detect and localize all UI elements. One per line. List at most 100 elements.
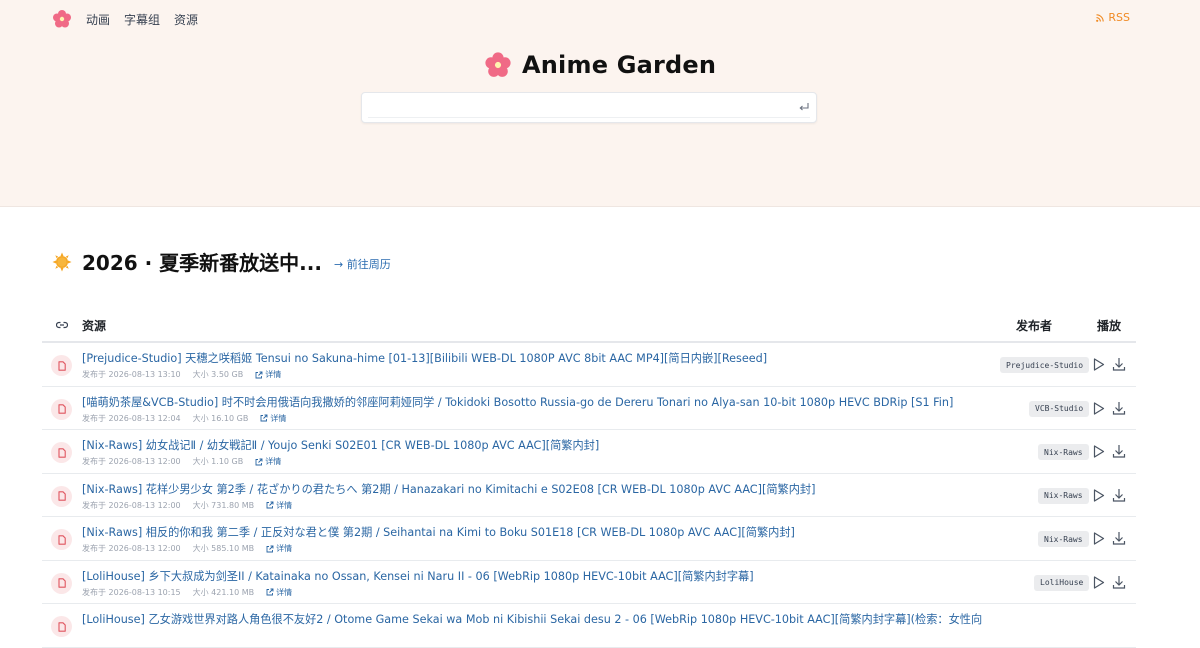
row-date: 发布于 2026-08-13 12:00 [82,457,181,466]
calendar-link[interactable]: → 前往周历 [334,256,391,272]
file-type-icon [51,398,72,420]
row-meta: 发布于 2026-08-13 12:04 大小 16.10 GB 详情 [82,413,286,424]
document-icon [57,578,66,588]
publisher-badge[interactable]: Nix-Raws [1038,531,1089,547]
external-link-icon [266,501,274,509]
file-type-icon [51,485,72,507]
download-icon[interactable] [1111,400,1127,416]
rss-label: RSS [1108,11,1130,24]
download-icon[interactable] [1111,443,1127,459]
document-icon [57,360,66,371]
table-body: [Prejudice-Studio] 天穗之咲稻姬 Tensui no Saku… [42,343,1136,648]
table-row[interactable]: [LoliHouse] 乡下大叔成为剑圣II / Katainaka no Os… [42,561,1136,604]
resource-title-link[interactable]: [Prejudice-Studio] 天穗之咲稻姬 Tensui no Saku… [82,350,982,366]
resource-title-link[interactable]: [Nix-Raws] 花样少男少女 第2季 / 花ざかりの君たちへ 第2期 / … [82,481,982,497]
nav-link-anime[interactable]: 动画 [86,11,110,28]
details-link[interactable]: 详情 [255,369,281,380]
details-label: 详情 [276,500,293,510]
details-label: 详情 [265,457,282,466]
publisher-badge[interactable]: VCB-Studio [1029,400,1090,417]
details-link[interactable]: 详情 [266,500,292,511]
play-icon[interactable] [1091,357,1106,372]
table-row[interactable]: [Prejudice-Studio] 天穗之咲稻姬 Tensui no Saku… [42,343,1136,387]
play-icon[interactable] [1091,531,1106,546]
details-label: 详情 [270,413,287,423]
file-type-icon [51,529,72,550]
play-icon[interactable] [1091,444,1106,459]
resource-title-link[interactable]: [喵萌奶茶屋&VCB-Studio] 时不时会用俄语向我撒娇的邻座阿莉娅同学 /… [82,394,982,410]
file-type-icon [51,355,72,376]
table-row[interactable]: [Nix-Raws] 花样少男少女 第2季 / 花ざかりの君たちへ 第2期 / … [42,474,1136,517]
download-icon[interactable] [1111,530,1127,546]
rss-link[interactable]: RSS [1096,11,1130,24]
sakura-brand-icon [485,52,511,77]
row-meta: 发布于 2026-08-13 12:00 大小 731.80 MB 详情 [82,500,292,511]
row-size: 大小 585.10 MB [192,544,255,553]
publisher-badge[interactable]: LoliHouse [1034,574,1090,591]
row-date: 发布于 2026-08-13 12:00 [82,544,181,553]
row-meta: 发布于 2026-08-13 12:00 大小 585.10 MB 详情 [82,543,292,554]
row-size: 大小 731.80 MB [192,500,255,510]
details-label: 详情 [276,544,293,553]
download-icon[interactable] [1111,356,1127,372]
details-link[interactable]: 详情 [260,413,286,424]
table-row[interactable]: [Nix-Raws] 幼女战记Ⅱ / 幼女戦記Ⅱ / Youjo Senki S… [42,430,1136,474]
download-icon[interactable] [1111,487,1127,503]
row-size: 大小 1.10 GB [192,457,244,466]
section-title: 2026 · 夏季新番放送中... [82,251,322,275]
external-link-icon [266,588,274,596]
external-link-icon [255,458,263,465]
play-icon[interactable] [1091,575,1106,590]
enter-icon[interactable] [798,101,810,113]
file-type-icon [51,442,72,463]
row-size: 大小 16.10 GB [192,413,249,423]
document-icon [57,447,66,458]
search-box [361,92,817,123]
resource-title-link[interactable]: [LoliHouse] 乡下大叔成为剑圣II / Katainaka no Os… [82,568,982,584]
row-meta: 发布于 2026-08-13 13:10 大小 3.50 GB 详情 [82,369,281,380]
document-icon [57,621,66,632]
site-title: Anime Garden [522,51,717,79]
play-icon[interactable] [1091,401,1106,416]
row-date: 发布于 2026-08-13 12:04 [82,413,181,423]
row-date: 发布于 2026-08-13 12:00 [82,500,181,510]
publisher-badge[interactable]: Nix-Raws [1038,444,1089,460]
header-resource: 资源 [82,319,107,333]
nav-link-fansub[interactable]: 字幕组 [124,11,160,28]
publisher-badge[interactable]: Nix-Raws [1038,487,1089,504]
search-underline [368,117,810,118]
details-link[interactable]: 详情 [255,456,281,467]
row-size: 大小 3.50 GB [192,370,244,379]
table-row[interactable]: [Nix-Raws] 相反的你和我 第二季 / 正反対な君と僕 第2期 / Se… [42,517,1136,561]
row-size: 大小 421.10 MB [192,587,255,597]
brand: Anime Garden [484,51,716,79]
table-header: 资源 发布者 播放 [42,307,1136,343]
document-icon [57,404,66,414]
publisher-badge[interactable]: Prejudice-Studio [1000,357,1090,373]
external-link-icon [266,545,274,552]
sakura-logo-icon[interactable] [52,9,72,29]
season-header: 2026 · 夏季新番放送中... → 前往周历 [52,247,391,276]
external-link-icon [260,414,268,422]
details-link[interactable]: 详情 [266,543,292,554]
search-input[interactable] [370,96,790,119]
file-type-icon [51,616,72,637]
external-link-icon [255,371,263,378]
play-icon[interactable] [1091,488,1106,503]
nav-link-resources[interactable]: 资源 [174,11,198,28]
sun-icon [52,252,72,271]
row-date: 发布于 2026-08-13 10:15 [82,587,181,597]
resource-title-link[interactable]: [Nix-Raws] 相反的你和我 第二季 / 正反対な君と僕 第2期 / Se… [82,524,982,540]
details-link[interactable]: 详情 [266,587,292,598]
table-row[interactable]: [喵萌奶茶屋&VCB-Studio] 时不时会用俄语向我撒娇的邻座阿莉娅同学 /… [42,387,1136,430]
resource-table: 资源 发布者 播放 [Prejudice-Studio] 天穗之咲稻姬 Tens… [42,307,1136,648]
resource-title-link[interactable]: [LoliHouse] 乙女游戏世界对路人角色很不友好2 / Otome Gam… [82,611,982,627]
download-icon[interactable] [1111,574,1127,590]
top-nav: 动画 字幕组 资源 [52,9,198,29]
link-icon [56,321,68,329]
header-publisher: 发布者 [1016,319,1053,333]
resource-title-link[interactable]: [Nix-Raws] 幼女战记Ⅱ / 幼女戦記Ⅱ / Youjo Senki S… [82,437,982,453]
row-meta: 发布于 2026-08-13 10:15 大小 421.10 MB 详情 [82,587,292,598]
details-label: 详情 [276,587,293,597]
header-play: 播放 [1097,319,1122,333]
